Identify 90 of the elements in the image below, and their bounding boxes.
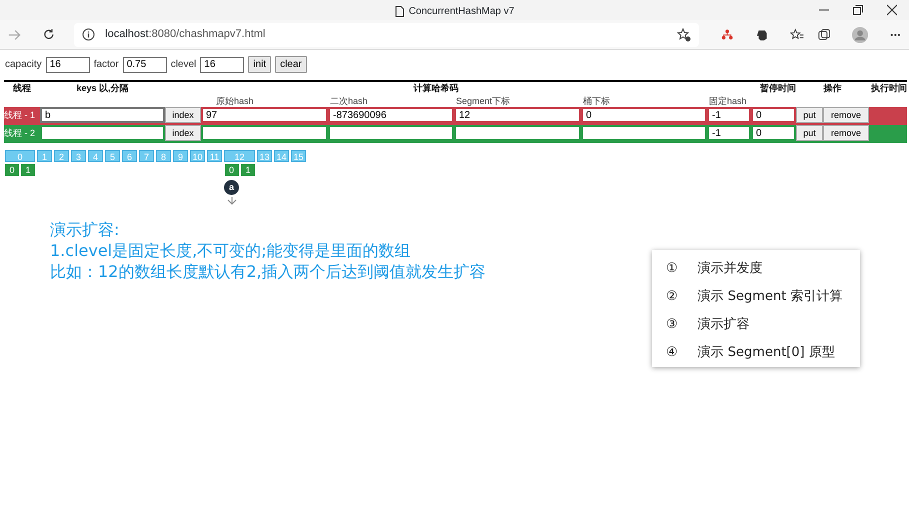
bucket-cell: 0 (224, 164, 238, 176)
note-text: 比如：12的数组长度默认有2,插入两个后达到阈值就发生扩容 (50, 261, 486, 282)
thread-label: 线程 - 1 (4, 107, 40, 123)
remove-button[interactable]: remove (823, 125, 869, 141)
segment-cell: 3 (71, 150, 86, 162)
item-label: 演示并发度 (698, 260, 763, 278)
action-button[interactable]: init (248, 56, 272, 73)
fixed-hash-field[interactable]: -1 (707, 107, 751, 123)
avatar-icon[interactable] (852, 26, 868, 44)
field-label: factor (94, 58, 119, 72)
field-label: clevel (170, 58, 196, 72)
item-number: ② (666, 288, 678, 306)
second-hash-field[interactable]: -873690096 (328, 107, 454, 123)
column-header: 线程 (12, 82, 32, 95)
segment-cell: 5 (105, 150, 120, 162)
bucket-cell: 1 (21, 164, 35, 176)
info-icon[interactable] (82, 28, 96, 41)
item-number: ① (666, 260, 678, 278)
column-subheader: 原始hash (215, 95, 255, 108)
menu-item[interactable]: ④ 演示 Segment[0] 原型 (652, 339, 860, 367)
segment-cell: 6 (122, 150, 137, 162)
add-favorite-icon[interactable] (677, 28, 692, 42)
address-bar[interactable]: localhost:8080/chashmapv7.html (74, 22, 700, 46)
entry-node: a (224, 180, 239, 195)
put-button[interactable]: put (796, 107, 823, 123)
field-label: capacity (5, 58, 42, 72)
menu-item[interactable]: ② 演示 Segment 索引计算 (652, 283, 860, 311)
column-header: 执行时间 (870, 82, 907, 95)
segment-cell: 0 (5, 150, 35, 162)
input-field[interactable]: 16 (46, 56, 90, 72)
second-hash-field[interactable] (328, 125, 454, 141)
segment-cell: 8 (156, 150, 171, 162)
column-subheader: 固定hash (708, 95, 748, 108)
pause-field[interactable]: 0 (751, 107, 796, 123)
arrow-icon (226, 197, 236, 205)
keys-field[interactable]: b (40, 107, 165, 123)
segment-cell: 2 (54, 150, 69, 162)
column-header: 暂停时间 (759, 82, 796, 95)
item-number: ③ (666, 316, 678, 334)
bucket-cell: 1 (241, 164, 255, 176)
pause-field[interactable]: 0 (751, 125, 796, 141)
note-text: 1.clevel是固定长度,不可变的;能变得是里面的数组 (50, 240, 411, 261)
segment-cell: 11 (207, 150, 222, 162)
favorites-icon[interactable] (790, 28, 804, 42)
column-header: 操作 (822, 82, 842, 95)
remove-button[interactable]: remove (823, 107, 869, 123)
url-text: localhost:8080/chashmapv7.html (105, 27, 266, 42)
segment-cell: 14 (274, 150, 289, 162)
put-button[interactable]: put (796, 125, 823, 141)
index-button[interactable]: index (165, 107, 201, 123)
segment-cell: 12 (224, 150, 255, 162)
segment-cell: 13 (257, 150, 272, 162)
bucket-cell: 0 (5, 164, 19, 176)
reload-icon[interactable] (42, 28, 54, 41)
action-button[interactable]: clear (275, 56, 307, 73)
index-button[interactable]: index (165, 125, 201, 141)
segment-cell: 15 (291, 150, 306, 162)
segment-index-field[interactable]: 12 (454, 107, 581, 123)
segment-index-field[interactable] (454, 125, 581, 141)
column-subheader: 桶下标 (582, 95, 611, 108)
item-label: 演示扩容 (698, 316, 750, 334)
segment-cell: 10 (190, 150, 205, 162)
column-subheader: Segment下标 (455, 95, 512, 108)
segment-cell: 4 (88, 150, 103, 162)
keys-field[interactable] (40, 125, 165, 141)
original-hash-field[interactable]: 97 (201, 107, 328, 123)
original-hash-field[interactable] (201, 125, 328, 141)
window-title: ConcurrentHashMap v7 (408, 5, 514, 19)
bucket-index-field[interactable] (581, 125, 707, 141)
column-header: 计算哈希码 (412, 82, 460, 95)
bucket-index-field[interactable]: 0 (581, 107, 707, 123)
fixed-hash-field[interactable]: -1 (707, 125, 751, 141)
item-number: ④ (666, 344, 678, 362)
document-icon (394, 6, 404, 17)
segment-cell: 1 (37, 150, 52, 162)
column-header: keys 以,分隔 (75, 82, 130, 95)
item-label: 演示 Segment 索引计算 (698, 288, 842, 306)
item-label: 演示 Segment[0] 原型 (698, 344, 835, 362)
menu-item[interactable]: ① 演示并发度 (652, 255, 860, 283)
extension-icon[interactable] (721, 28, 734, 42)
column-subheader: 二次hash (329, 95, 369, 108)
note-text: 演示扩容: (50, 219, 120, 240)
input-field[interactable]: 0.75 (122, 56, 167, 72)
collections-icon[interactable] (818, 28, 830, 42)
input-field[interactable]: 16 (200, 56, 244, 72)
menu-item[interactable]: ③ 演示扩容 (652, 311, 860, 339)
more-icon[interactable] (890, 32, 902, 36)
segment-cell: 9 (173, 150, 188, 162)
segment-cell: 7 (139, 150, 154, 162)
thread-label: 线程 - 2 (4, 125, 40, 141)
